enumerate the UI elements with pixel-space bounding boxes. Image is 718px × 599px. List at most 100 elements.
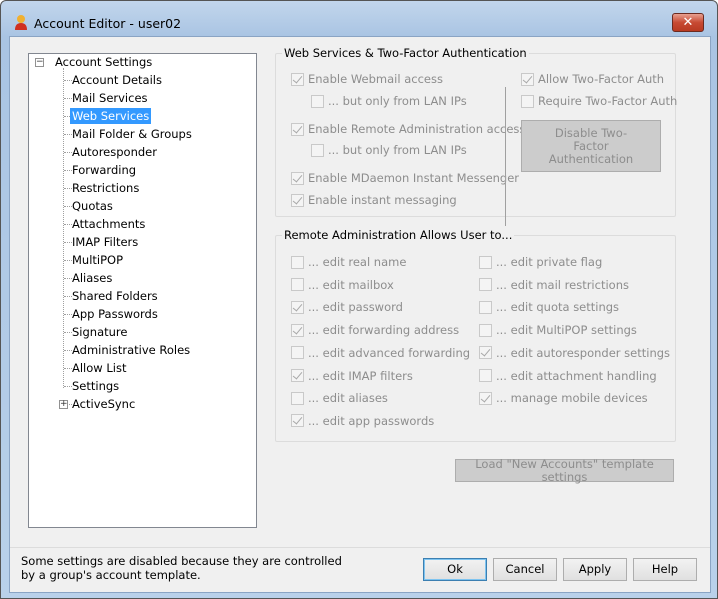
checkbox-edit-aliases[interactable]: ... edit aliases xyxy=(291,391,388,405)
checkbox-unchecked-icon[interactable] xyxy=(479,278,492,292)
web-services-group: Web Services & Two-Factor Authentication… xyxy=(275,46,677,226)
checkbox-edit-mailbox[interactable]: ... edit mailbox xyxy=(291,278,394,292)
checkbox-edit-attachment-handling[interactable]: ... edit attachment handling xyxy=(479,369,657,383)
tree-item-signature[interactable]: Signature xyxy=(70,324,129,340)
tree-item-administrative-roles[interactable]: Administrative Roles xyxy=(70,342,192,358)
checkbox-unchecked-icon[interactable] xyxy=(291,391,304,405)
checkbox-checked-icon[interactable] xyxy=(291,369,304,382)
checkbox-enable-remote-administration-access[interactable]: Enable Remote Administration access xyxy=(291,122,525,136)
button-label: Disable Two-Factor Authentication xyxy=(548,125,634,166)
checkbox-unchecked-icon[interactable] xyxy=(311,94,324,108)
checkbox-allow-two-factor-auth[interactable]: Allow Two-Factor Auth xyxy=(521,72,664,86)
checkbox-label: ... edit real name xyxy=(308,255,407,269)
checkbox-label: Enable Webmail access xyxy=(308,72,443,86)
window-title: Account Editor - user02 xyxy=(34,16,182,31)
checkbox-edit-password[interactable]: ... edit password xyxy=(291,300,403,314)
tree-item-imap-filters[interactable]: IMAP Filters xyxy=(70,234,140,250)
checkbox-unchecked-icon[interactable] xyxy=(479,323,492,337)
checkbox-unchecked-icon[interactable] xyxy=(521,94,534,108)
help-button[interactable]: Help xyxy=(633,558,697,581)
checkbox-label: ... edit IMAP filters xyxy=(308,368,413,383)
tree-item-account-details[interactable]: Account Details xyxy=(70,72,164,88)
checkbox-unchecked-icon[interactable] xyxy=(311,143,324,157)
checkbox-require-two-factor-auth[interactable]: Require Two-Factor Auth xyxy=(521,94,677,108)
tree-item-shared-folders[interactable]: Shared Folders xyxy=(70,288,160,304)
checkbox-enable-instant-messaging[interactable]: Enable instant messaging xyxy=(291,193,457,207)
checkbox-enable-mdaemon-instant-messenger[interactable]: Enable MDaemon Instant Messenger xyxy=(291,171,519,185)
divider xyxy=(505,87,506,226)
checkbox-checked-icon[interactable] xyxy=(291,122,304,136)
tree-item-mail-folder-groups[interactable]: Mail Folder & Groups xyxy=(70,126,194,142)
checkbox-edit-mail-restrictions[interactable]: ... edit mail restrictions xyxy=(479,278,629,292)
checkbox-edit-autoresponder-settings[interactable]: ... edit autoresponder settings xyxy=(479,346,670,360)
ok-button[interactable]: Ok xyxy=(423,558,487,581)
checkbox-checked-icon[interactable] xyxy=(291,300,304,314)
checkbox-label: ... edit aliases xyxy=(308,391,388,406)
footer-divider xyxy=(10,547,710,548)
account-editor-window: Account Editor - user02 ✕ − Account Setti… xyxy=(0,0,718,599)
tree-item-attachments[interactable]: Attachments xyxy=(70,216,147,232)
checkbox-edit-private-flag[interactable]: ... edit private flag xyxy=(479,255,602,269)
checkbox-unchecked-icon[interactable] xyxy=(291,346,304,360)
checkbox-unchecked-icon[interactable] xyxy=(291,278,304,292)
apply-button[interactable]: Apply xyxy=(563,558,627,581)
footer-note: Some settings are disabled because they … xyxy=(21,554,342,568)
checkbox-manage-mobile-devices[interactable]: ... manage mobile devices xyxy=(479,391,648,405)
tree-item-app-passwords[interactable]: App Passwords xyxy=(70,306,160,322)
tree-item-multipop[interactable]: MultiPOP xyxy=(70,252,125,268)
dialog-body: − Account Settings Account Details Mail Ser… xyxy=(9,36,711,593)
checkbox-edit-quota-settings[interactable]: ... edit quota settings xyxy=(479,300,619,314)
checkbox-edit-app-passwords[interactable]: ... edit app passwords xyxy=(291,414,434,428)
group-title: Remote Administration Allows User to... xyxy=(282,228,515,242)
checkbox-label: Require Two-Factor Auth xyxy=(538,94,678,108)
checkbox-edit-imap-filters[interactable]: ... edit IMAP filters xyxy=(291,369,413,383)
checkbox-edit-real-name[interactable]: ... edit real name xyxy=(291,255,406,269)
checkbox-label: ... edit mailbox xyxy=(308,277,394,292)
checkbox-label: ... edit quota settings xyxy=(496,300,620,315)
tree-item-web-services[interactable]: Web Services xyxy=(70,108,152,124)
tree-root-account-settings[interactable]: Account Settings xyxy=(53,54,154,70)
checkbox-checked-icon[interactable] xyxy=(291,193,304,207)
checkbox-checked-icon[interactable] xyxy=(291,171,304,185)
checkbox-label: ... edit private flag xyxy=(496,255,603,269)
tree-item-mail-services[interactable]: Mail Services xyxy=(70,90,150,106)
tree-item-settings[interactable]: Settings xyxy=(70,378,121,394)
expand-icon[interactable]: + xyxy=(59,400,68,409)
checkbox-checked-icon[interactable] xyxy=(479,346,492,360)
checkbox-checked-icon[interactable] xyxy=(291,323,304,337)
tree-item-quotas[interactable]: Quotas xyxy=(70,198,115,214)
checkbox-checked-icon[interactable] xyxy=(291,72,304,86)
footer-note: by a group's account template. xyxy=(21,568,201,582)
checkbox-checked-icon[interactable] xyxy=(291,414,304,428)
checkbox-unchecked-icon[interactable] xyxy=(291,255,304,269)
checkbox-but-only-from-lan-ips[interactable]: ... but only from LAN IPs xyxy=(311,94,467,108)
tree-item-restrictions[interactable]: Restrictions xyxy=(70,180,141,196)
checkbox-checked-icon[interactable] xyxy=(479,391,492,405)
checkbox-edit-multipop-settings[interactable]: ... edit MultiPOP settings xyxy=(479,323,637,337)
checkbox-enable-webmail-access[interactable]: Enable Webmail access xyxy=(291,72,443,86)
checkbox-checked-icon[interactable] xyxy=(521,72,534,86)
tree-item-autoresponder[interactable]: Autoresponder xyxy=(70,144,159,160)
settings-tree[interactable]: − Account Settings Account Details Mail Ser… xyxy=(28,53,257,528)
tree-item-forwarding[interactable]: Forwarding xyxy=(70,162,138,178)
remote-admin-group: Remote Administration Allows User to... … xyxy=(275,228,676,442)
checkbox-edit-advanced-forwarding[interactable]: ... edit advanced forwarding xyxy=(291,346,470,360)
checkbox-label: Enable instant messaging xyxy=(308,193,457,207)
checkbox-unchecked-icon[interactable] xyxy=(479,369,492,382)
collapse-icon[interactable]: − xyxy=(35,58,44,67)
tree-item-allow-list[interactable]: Allow List xyxy=(70,360,128,376)
tree-item-aliases[interactable]: Aliases xyxy=(70,270,114,286)
cancel-button[interactable]: Cancel xyxy=(493,558,557,581)
checkbox-unchecked-icon[interactable] xyxy=(479,300,492,314)
user-icon xyxy=(15,15,27,30)
load-template-button[interactable]: Load "New Accounts" template settings xyxy=(455,457,674,483)
close-button[interactable]: ✕ xyxy=(672,13,704,32)
checkbox-unchecked-icon[interactable] xyxy=(479,255,492,269)
disable-two-factor-button[interactable]: Disable Two-Factor Authentication xyxy=(521,120,661,172)
title-bar: Account Editor - user02 ✕ xyxy=(1,1,717,35)
checkbox-but-only-from-lan-ips[interactable]: ... but only from LAN IPs xyxy=(311,143,467,157)
checkbox-edit-forwarding-address[interactable]: ... edit forwarding address xyxy=(291,323,459,337)
checkbox-label: ... edit password xyxy=(308,300,403,315)
tree-item-activesync[interactable]: ActiveSync xyxy=(70,396,137,412)
checkbox-label: ... edit forwarding address xyxy=(308,323,460,338)
